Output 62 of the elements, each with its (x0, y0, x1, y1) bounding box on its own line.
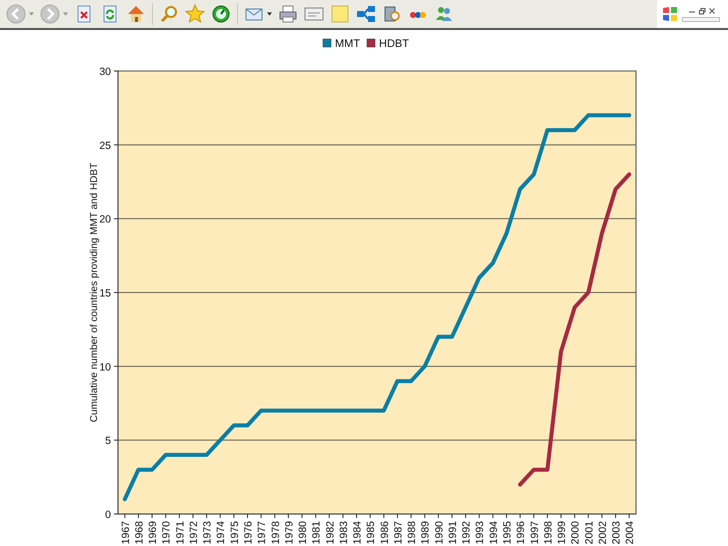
x-tick-label: 2000 (570, 521, 582, 544)
back-icon[interactable] (6, 4, 26, 24)
dropdown-icon[interactable] (267, 12, 272, 16)
x-tick-label: 1986 (378, 521, 391, 544)
y-tick-label: 25 (99, 140, 111, 152)
search-icon[interactable] (159, 4, 179, 24)
x-tick-label: 1985 (365, 521, 378, 544)
close-icon[interactable] (708, 6, 716, 14)
x-tick-label: 1981 (310, 521, 323, 544)
small-field (682, 16, 720, 22)
x-tick-label: 1972 (188, 521, 200, 544)
x-tick-label: 1980 (297, 521, 310, 544)
legend-label: MMT (335, 38, 360, 50)
x-tick-label: 1978 (270, 521, 282, 544)
x-tick-label: 1970 (160, 521, 173, 544)
restore-icon[interactable] (698, 6, 706, 14)
x-tick-label: 1989 (420, 521, 432, 544)
x-tick-label: 1969 (147, 521, 160, 544)
x-tick-label: 1977 (256, 521, 268, 544)
x-tick-label: 1982 (324, 521, 336, 544)
x-tick-label: 1984 (352, 521, 364, 544)
y-tick-label: 10 (99, 361, 111, 374)
x-tick-label: 1999 (556, 521, 568, 544)
x-tick-label: 1974 (215, 521, 228, 544)
share-icon[interactable] (356, 4, 376, 24)
y-tick-label: 15 (99, 288, 111, 300)
y-axis-title: Cumulative number of countries providing MMT and HDBT (89, 162, 100, 422)
x-tick-label: 1994 (488, 521, 500, 544)
printer-icon[interactable] (278, 4, 298, 24)
legend-label: HDBT (379, 38, 409, 50)
x-tick-label: 1976 (242, 521, 254, 544)
x-tick-label: 1968 (133, 521, 146, 544)
x-tick-label: 1987 (392, 521, 404, 544)
y-tick-label: 30 (99, 66, 111, 78)
x-tick-label: 1983 (338, 521, 350, 544)
x-tick-label: 2002 (596, 521, 609, 544)
x-tick-label: 1997 (528, 521, 541, 544)
x-tick-label: 1992 (460, 521, 473, 544)
y-tick-label: 20 (99, 214, 111, 226)
x-tick-label: 1990 (433, 521, 446, 544)
windows-logo-icon (662, 6, 678, 22)
y-tick-label: 0 (105, 509, 111, 521)
x-tick-label: 1988 (406, 521, 418, 544)
history-icon[interactable] (211, 4, 231, 24)
x-tick-label: 1967 (120, 521, 132, 544)
x-tick-label: 1991 (446, 521, 459, 544)
x-tick-label: 1973 (202, 521, 214, 544)
x-tick-label: 2001 (583, 521, 596, 544)
x-tick-label: 1995 (502, 521, 514, 544)
x-tick-label: 1971 (174, 521, 186, 544)
messenger-icon[interactable] (434, 4, 454, 24)
home-icon[interactable] (126, 4, 146, 24)
x-tick-label: 2003 (610, 521, 623, 544)
y-tick-label: 5 (105, 435, 111, 448)
x-tick-label: 1993 (474, 521, 486, 544)
x-tick-label: 1979 (283, 521, 296, 544)
x-tick-label: 1996 (515, 521, 528, 544)
x-tick-label: 1975 (228, 521, 241, 544)
forward-icon[interactable] (40, 4, 60, 24)
x-tick-label: 2004 (624, 521, 636, 544)
x-tick-label: 1998 (542, 521, 554, 544)
star-icon[interactable] (185, 4, 205, 24)
